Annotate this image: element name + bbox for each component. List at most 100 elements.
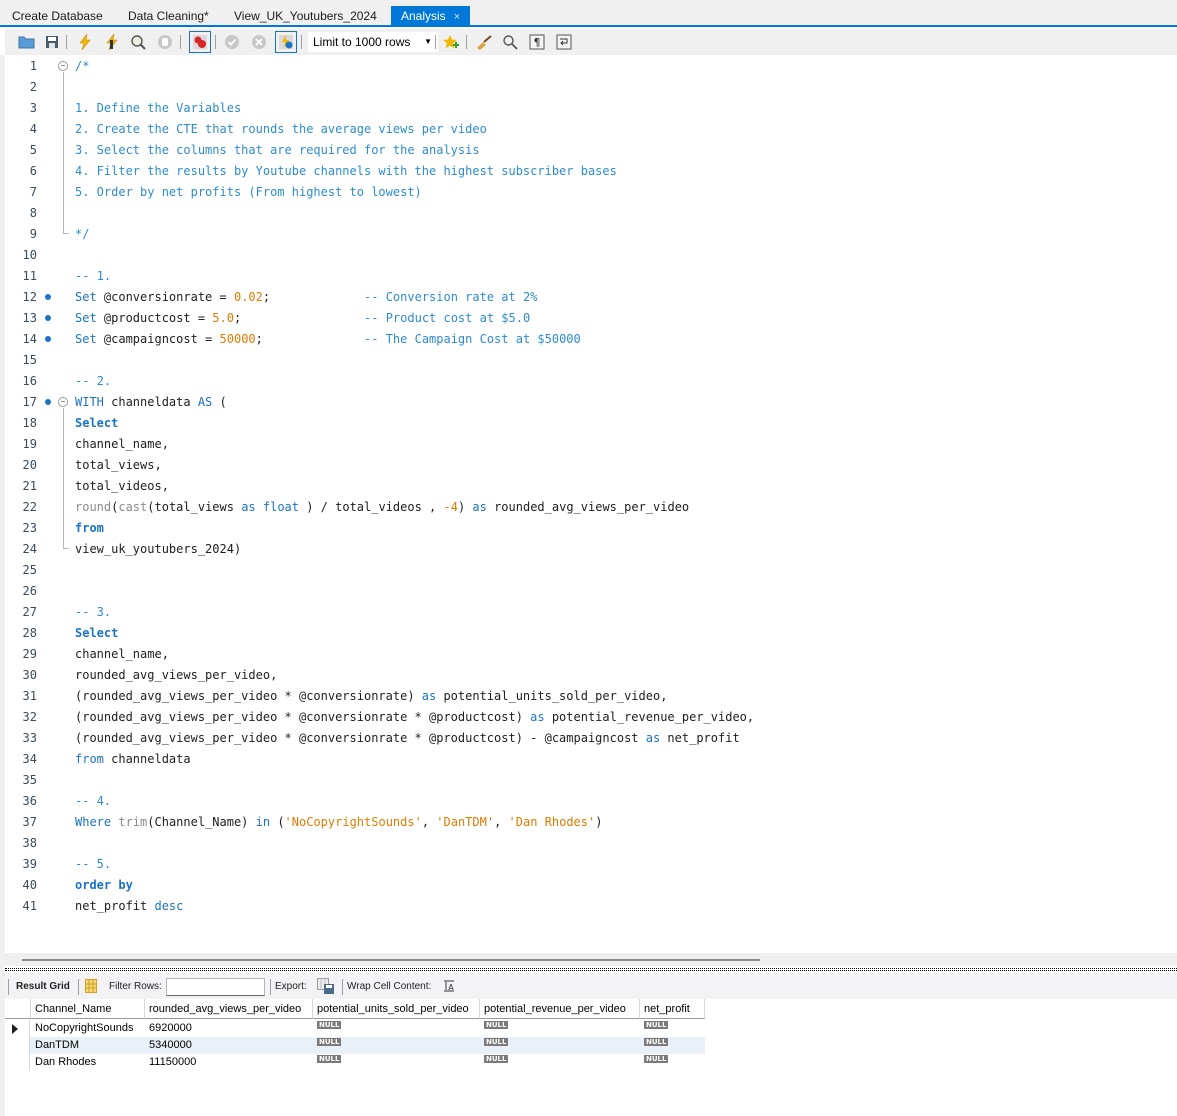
editor-horizontal-scrollbar[interactable] — [5, 953, 1177, 966]
code-line[interactable]: 16 -- 2. — [5, 371, 1177, 392]
open-folder-icon[interactable] — [17, 33, 35, 51]
code-line[interactable]: 36 -- 4. — [5, 791, 1177, 812]
table-cell[interactable]: NULL — [640, 1020, 705, 1037]
code-line[interactable]: 41 net_profit desc — [5, 896, 1177, 917]
column-header[interactable]: potential_units_sold_per_video — [313, 999, 480, 1019]
column-header[interactable]: potential_revenue_per_video — [480, 999, 640, 1019]
table-cell[interactable]: 5340000 — [145, 1037, 313, 1054]
code-line[interactable]: 5 3. Select the columns that are required… — [5, 140, 1177, 161]
code-line[interactable]: 8 — [5, 203, 1177, 224]
code-line[interactable]: 13 Set @productcost = 5.0; -- Product cos… — [5, 308, 1177, 329]
code-line[interactable]: 11 -- 1. — [5, 266, 1177, 287]
code-line[interactable]: 9 */ — [5, 224, 1177, 245]
code-line[interactable]: 26 — [5, 581, 1177, 602]
explain-query-icon[interactable] — [129, 33, 147, 51]
stop-execution-icon[interactable] — [156, 33, 174, 51]
tab-data-cleaning[interactable]: Data Cleaning* — [118, 6, 219, 27]
code-line[interactable]: 1 /* — [5, 56, 1177, 77]
fold-collapse-icon[interactable] — [58, 397, 68, 407]
table-row[interactable]: NoCopyrightSounds 6920000 NULL NULL NULL — [5, 1020, 705, 1037]
wrap-cell-toggle-icon[interactable]: A — [443, 980, 455, 996]
code-line[interactable]: 27 -- 3. — [5, 602, 1177, 623]
beautify-broom-icon[interactable] — [474, 33, 492, 51]
tab-view-uk-youtubers[interactable]: View_UK_Youtubers_2024 — [224, 6, 387, 27]
code-line[interactable]: 2 — [5, 77, 1177, 98]
table-row[interactable]: Dan Rhodes 11150000 NULL NULL NULL — [5, 1054, 705, 1071]
code-line[interactable]: 24 view_uk_youtubers_2024) — [5, 539, 1177, 560]
code-line[interactable]: 29 channel_name, — [5, 644, 1177, 665]
table-cell[interactable]: NULL — [313, 1054, 480, 1071]
invisible-characters-icon[interactable]: ¶ — [528, 33, 546, 51]
table-cell[interactable]: 6920000 — [145, 1020, 313, 1037]
code-line[interactable]: 21 total_videos, — [5, 476, 1177, 497]
autocommit-icon[interactable] — [275, 31, 297, 53]
tab-create-database[interactable]: Create Database — [2, 6, 113, 27]
result-grid-tab[interactable]: Result Grid — [16, 981, 70, 993]
code-line[interactable]: 7 5. Order by net profits (From highest t… — [5, 182, 1177, 203]
code-line[interactable]: 39 -- 5. — [5, 854, 1177, 875]
fold-collapse-icon[interactable] — [58, 61, 68, 71]
table-cell[interactable]: NULL — [640, 1054, 705, 1071]
scrollbar-thumb[interactable] — [22, 959, 760, 961]
code-line[interactable]: 12 Set @conversionrate = 0.02; -- Convers… — [5, 287, 1177, 308]
code-line[interactable]: 38 — [5, 833, 1177, 854]
table-row[interactable]: DanTDM 5340000 NULL NULL NULL — [5, 1037, 705, 1054]
commit-icon[interactable] — [223, 33, 241, 51]
code-line[interactable]: 17 WITH channeldata AS ( — [5, 392, 1177, 413]
code-line[interactable]: 34 from channeldata — [5, 749, 1177, 770]
find-magnifier-icon[interactable] — [501, 33, 519, 51]
code-line[interactable]: 40 order by — [5, 875, 1177, 896]
table-cell[interactable]: NULL — [480, 1054, 640, 1071]
grid-layout-icon[interactable] — [85, 979, 97, 997]
row-header[interactable] — [5, 1054, 30, 1071]
table-cell[interactable]: NULL — [640, 1037, 705, 1054]
sql-editor[interactable]: 1/* 2 3 1. Define the Variables 4 2. Create t… — [5, 55, 1177, 953]
word-wrap-icon[interactable] — [555, 33, 573, 51]
filter-rows-input[interactable] — [166, 978, 265, 996]
save-icon[interactable] — [43, 33, 61, 51]
code-line[interactable]: 25 — [5, 560, 1177, 581]
code-line[interactable]: 31 (rounded_avg_views_per_video * @conver… — [5, 686, 1177, 707]
table-cell[interactable]: NULL — [313, 1020, 480, 1037]
code-line[interactable]: 18 Select — [5, 413, 1177, 434]
table-cell[interactable]: NULL — [480, 1020, 640, 1037]
code-line[interactable]: 3 1. Define the Variables — [5, 98, 1177, 119]
add-snippet-star-icon[interactable] — [442, 33, 460, 51]
code-line[interactable]: 23 from — [5, 518, 1177, 539]
column-header[interactable]: net_profit — [640, 999, 705, 1019]
code-line[interactable]: 14 Set @campaigncost = 50000; -- The Camp… — [5, 329, 1177, 350]
execute-current-statement-icon[interactable] — [103, 33, 121, 51]
table-cell[interactable]: NULL — [313, 1037, 480, 1054]
panel-splitter[interactable] — [5, 968, 1177, 971]
code-line[interactable]: 22 round(cast(total_views as float ) / to… — [5, 497, 1177, 518]
row-header[interactable] — [5, 1037, 30, 1054]
column-header[interactable]: rounded_avg_views_per_video — [145, 999, 313, 1019]
code-line[interactable]: 35 — [5, 770, 1177, 791]
code-line[interactable]: 32 (rounded_avg_views_per_video * @conver… — [5, 707, 1177, 728]
code-line[interactable]: 10 — [5, 245, 1177, 266]
code-line[interactable]: 19 channel_name, — [5, 434, 1177, 455]
tab-analysis[interactable]: Analysis × — [391, 6, 471, 27]
close-tab-icon[interactable]: × — [454, 11, 460, 23]
column-header[interactable]: Channel_Name — [31, 999, 145, 1019]
row-header[interactable] — [5, 1020, 30, 1037]
table-cell[interactable]: NULL — [480, 1037, 640, 1054]
code-line[interactable]: 30 rounded_avg_views_per_video, — [5, 665, 1177, 686]
code-line[interactable]: 15 — [5, 350, 1177, 371]
table-cell[interactable]: NoCopyrightSounds — [31, 1020, 145, 1037]
code-line[interactable]: 37 Where trim(Channel_Name) in ('NoCopyri… — [5, 812, 1177, 833]
code-line[interactable]: 4 2. Create the CTE that rounds the avera… — [5, 119, 1177, 140]
code-line[interactable]: 28 Select — [5, 623, 1177, 644]
toggle-stop-on-error-icon[interactable] — [189, 31, 211, 53]
rollback-icon[interactable] — [250, 33, 268, 51]
table-cell[interactable]: 11150000 — [145, 1054, 313, 1071]
code-line[interactable]: 33 (rounded_avg_views_per_video * @conver… — [5, 728, 1177, 749]
code-line[interactable]: 20 total_views, — [5, 455, 1177, 476]
table-cell[interactable]: Dan Rhodes — [31, 1054, 145, 1071]
export-icon[interactable] — [317, 978, 335, 999]
limit-rows-select[interactable]: Limit to 1000 rows ▼ — [308, 32, 438, 52]
result-grid[interactable]: Channel_Name rounded_avg_views_per_video p… — [5, 999, 1177, 1116]
code-line[interactable]: 6 4. Filter the results by Youtube channe… — [5, 161, 1177, 182]
table-cell[interactable]: DanTDM — [31, 1037, 145, 1054]
execute-icon[interactable] — [76, 33, 94, 51]
